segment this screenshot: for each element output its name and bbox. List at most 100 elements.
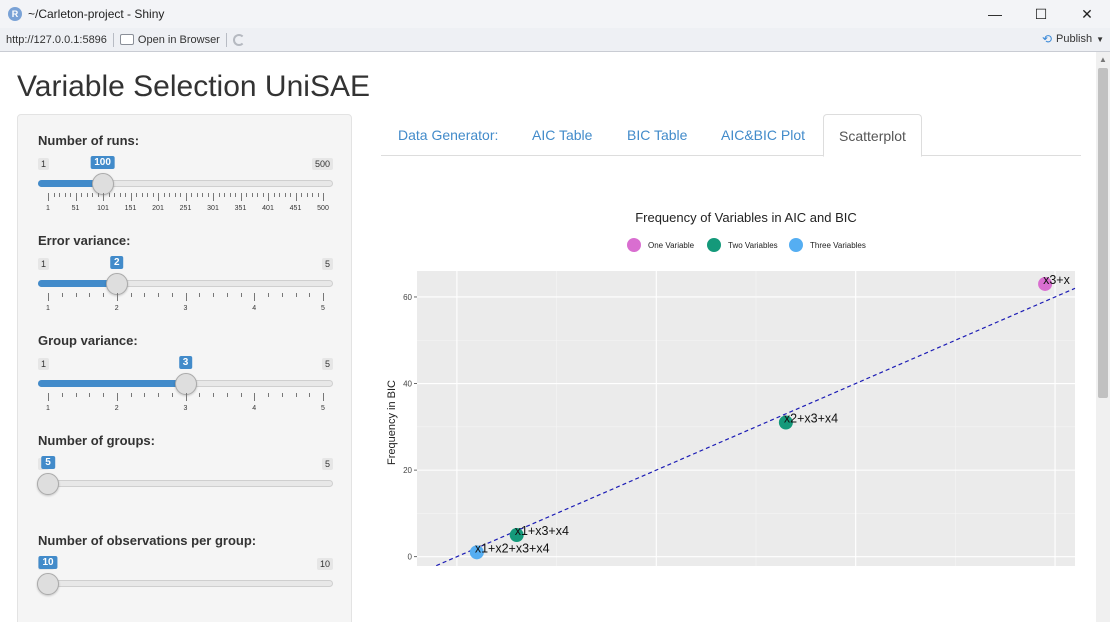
slider-max: 5 <box>321 258 333 270</box>
open-in-browser-button[interactable]: Open in Browser <box>119 33 220 46</box>
slider-tick <box>180 193 181 197</box>
slider-track[interactable] <box>38 580 333 587</box>
slider-handle[interactable] <box>37 573 59 595</box>
slider-tick <box>116 293 118 301</box>
slider-tick-label: 2 <box>114 305 119 312</box>
slider-handle[interactable] <box>91 173 114 195</box>
slider-tick <box>268 393 269 397</box>
slider-tick <box>136 193 137 197</box>
slider-2: Error variance: 1 5 2 1 2 3 4 5 <box>38 233 333 323</box>
slider-handle[interactable] <box>37 473 59 495</box>
slider-tick <box>108 193 110 197</box>
slider-tick-label: 51 <box>71 205 80 212</box>
slider-track[interactable] <box>38 480 333 487</box>
slider-tick <box>254 293 256 301</box>
browser-window-icon <box>119 34 134 45</box>
slider-tick <box>240 393 242 397</box>
slider-tick <box>268 193 269 201</box>
slider-tick <box>152 193 154 197</box>
slider-tick <box>224 193 225 197</box>
y-axis-title: Frequency in BIC <box>386 380 398 465</box>
slider-tick <box>174 193 176 197</box>
slider-handle[interactable] <box>105 273 128 295</box>
y-tick-label: 40 <box>403 380 412 389</box>
close-button[interactable]: ✕ <box>1064 0 1110 28</box>
slider-tick-label: 151 <box>124 205 137 212</box>
slider-tick <box>64 193 66 197</box>
slider-tick <box>103 293 104 297</box>
slider-tick <box>75 293 77 297</box>
data-label-2: x2+x3+x4 <box>784 412 838 426</box>
slider-tick-label: 201 <box>152 205 164 212</box>
slider-tick <box>284 193 286 197</box>
maximize-button[interactable]: ☐ <box>1018 0 1064 28</box>
shiny-page: Variable Selection UniSAE Number of runs… <box>0 52 1096 622</box>
slider-min: 1 <box>38 258 50 270</box>
slider-tick <box>273 193 275 197</box>
slider-tick <box>81 193 82 197</box>
slider-handle[interactable] <box>174 373 197 395</box>
page-scrollbar[interactable]: ▲ <box>1096 52 1110 622</box>
slider-tick-label: 5 <box>321 305 325 312</box>
tab-bar: Data Generator: AIC Table BIC Table AIC&BIC… <box>381 114 1081 157</box>
tab-data-generator[interactable]: Data Generator: <box>383 114 513 156</box>
slider-tick <box>147 193 148 197</box>
slider-tick <box>246 193 247 197</box>
slider-label: Group variance: <box>38 333 138 348</box>
slider-tick <box>119 193 121 197</box>
slider-tick <box>257 193 258 197</box>
minimize-button[interactable]: — <box>972 0 1018 28</box>
slider-tick <box>130 293 132 297</box>
slider-tick-label: 5 <box>321 405 325 412</box>
slider-tick <box>89 393 91 397</box>
slider-1: Number of runs: 1 500 100 1 51 101 151 201 251 301… <box>38 133 333 223</box>
slider-max: 5 <box>321 458 333 470</box>
slider-fill <box>38 380 186 387</box>
slider-tick <box>213 193 214 201</box>
divider <box>225 32 227 47</box>
tab-bic-table[interactable]: BIC Table <box>612 114 702 156</box>
slider-tick <box>229 193 231 197</box>
chart-title: Frequency of Variables in AIC and BIC <box>635 210 857 225</box>
slider-value-badge: 10 <box>38 556 58 569</box>
refresh-icon[interactable] <box>232 33 245 46</box>
tab-aic-bic-plot[interactable]: AIC&BIC Plot <box>706 114 820 156</box>
data-label-3: x1+x3+x4 <box>515 524 569 538</box>
data-label-1: x3+x <box>1043 273 1071 287</box>
publish-label: Publish <box>1056 33 1093 45</box>
y-tick-label: 0 <box>408 553 413 562</box>
open-in-browser-label: Open in Browser <box>137 33 220 46</box>
tab-aic-table[interactable]: AIC Table <box>517 114 607 156</box>
slider-tick-label: 1 <box>46 305 50 312</box>
slider-tick-label: 251 <box>179 205 192 212</box>
slider-tick <box>114 193 115 197</box>
slider-tick <box>171 393 173 397</box>
slider-tick <box>323 393 324 401</box>
slider-tick <box>295 393 297 397</box>
slider-tick <box>301 193 302 197</box>
sidebar-panel: Number of runs: 1 500 100 1 51 101 151 201 251 301… <box>17 114 352 622</box>
slider-tick <box>213 293 214 297</box>
slider-tick <box>163 193 165 197</box>
slider-tick <box>290 193 291 197</box>
legend-label-1: One Variable <box>648 241 695 250</box>
slider-max: 500 <box>311 158 333 170</box>
slider-tick <box>97 193 99 197</box>
slider-tick <box>130 393 132 397</box>
slider-value-badge: 2 <box>109 256 124 269</box>
slider-tick <box>171 293 173 297</box>
slider-tick <box>125 193 126 197</box>
tab-scatterplot[interactable]: Scatterplot <box>823 114 922 157</box>
slider-tick <box>312 193 313 197</box>
slider-tick <box>86 193 88 197</box>
scroll-thumb[interactable] <box>1098 68 1108 398</box>
slider-tick <box>191 193 192 197</box>
scroll-up-icon[interactable]: ▲ <box>1099 55 1107 64</box>
window-title: ~/Carleton-project - Shiny <box>28 7 165 21</box>
slider-tick-label: 2 <box>114 405 119 412</box>
slider-tick-label: 3 <box>183 305 188 312</box>
slider-tick <box>185 393 187 401</box>
slider-5: Number of observations per group:101010 <box>37 533 333 622</box>
publish-button[interactable]: ⟲ Publish ▼ <box>1042 32 1104 46</box>
divider <box>112 32 114 47</box>
